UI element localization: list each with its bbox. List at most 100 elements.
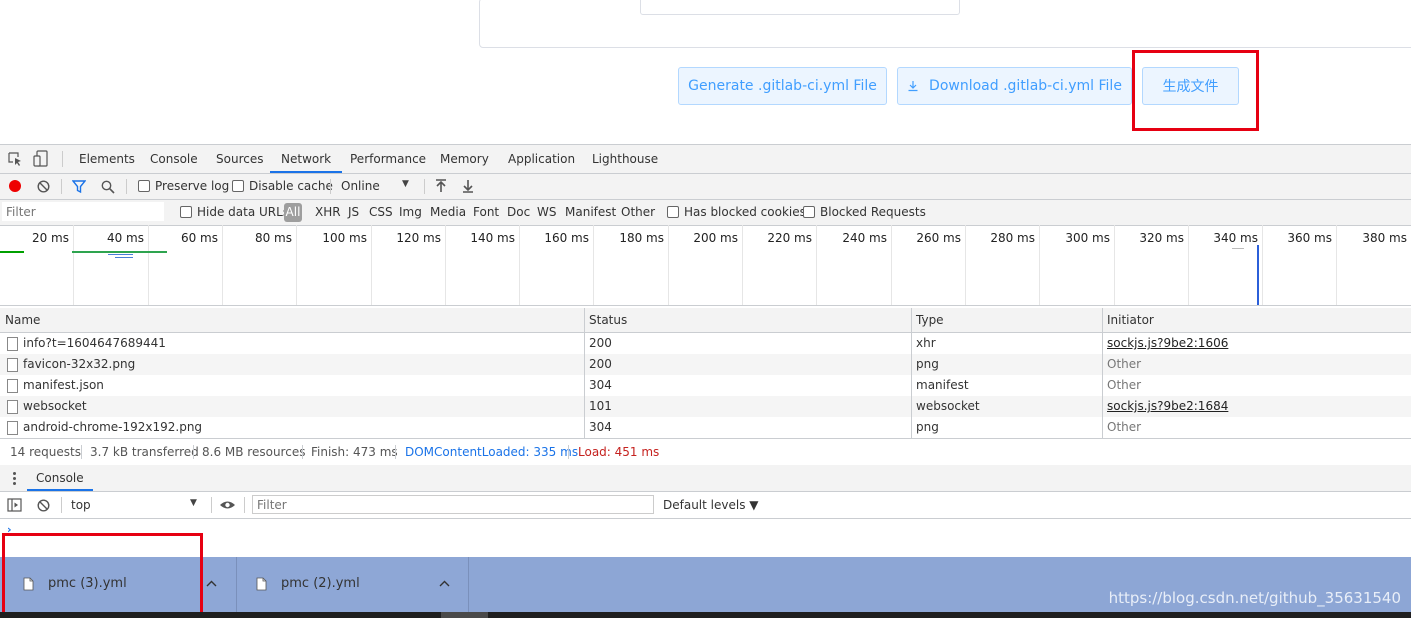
summary-load: Load: 451 ms bbox=[578, 445, 660, 459]
disable-cache-label: Disable cache bbox=[249, 179, 333, 193]
highlight-box bbox=[1132, 50, 1259, 131]
filter-type-manifest[interactable]: Manifest bbox=[565, 205, 616, 219]
default-levels-select[interactable]: Default levels ▼ bbox=[663, 498, 759, 512]
more-options-icon[interactable] bbox=[13, 472, 16, 485]
timeline-tick-label: 80 ms bbox=[254, 231, 292, 245]
table-row[interactable]: websocket 101 websocket sockjs.js?9be2:1684 bbox=[0, 396, 1411, 417]
request-name[interactable]: websocket bbox=[23, 396, 87, 417]
record-icon[interactable] bbox=[9, 180, 21, 192]
scrollbar-thumb[interactable] bbox=[441, 612, 488, 618]
timeline-tick-label: 340 ms bbox=[1213, 231, 1258, 245]
column-header-type[interactable]: Type bbox=[916, 308, 944, 332]
table-row[interactable]: info?t=1604647689441 200 xhr sockjs.js?9be2… bbox=[0, 333, 1411, 354]
column-header-initiator[interactable]: Initiator bbox=[1107, 308, 1154, 332]
tab-console[interactable]: Console bbox=[150, 145, 198, 173]
page-input[interactable] bbox=[640, 0, 960, 15]
download-button[interactable]: Download .gitlab-ci.yml File bbox=[897, 67, 1132, 105]
download-item[interactable]: pmc (2).yml bbox=[237, 557, 469, 612]
request-initiator[interactable]: sockjs.js?9be2:1606 bbox=[1107, 333, 1228, 354]
tab-performance[interactable]: Performance bbox=[350, 145, 426, 173]
hide-data-urls-checkbox[interactable] bbox=[180, 206, 192, 218]
chevron-up-icon[interactable] bbox=[439, 580, 450, 587]
tab-network[interactable]: Network bbox=[270, 145, 343, 173]
generate-button[interactable]: Generate .gitlab-ci.yml File bbox=[678, 67, 887, 105]
column-header-status[interactable]: Status bbox=[589, 308, 627, 332]
context-select[interactable]: top ▼ bbox=[66, 495, 206, 515]
filter-type-font[interactable]: Font bbox=[473, 205, 499, 219]
request-type: websocket bbox=[916, 399, 980, 413]
throttle-value: Online bbox=[341, 179, 380, 193]
timeline-bar bbox=[108, 254, 133, 255]
column-header-name[interactable]: Name bbox=[5, 308, 40, 332]
request-name[interactable]: favicon-32x32.png bbox=[23, 354, 135, 375]
filter-type-all[interactable]: All bbox=[284, 203, 302, 222]
toolbar-divider bbox=[61, 497, 62, 513]
tab-memory[interactable]: Memory bbox=[440, 145, 489, 173]
filter-type-other[interactable]: Other bbox=[621, 205, 655, 219]
document-icon bbox=[7, 379, 18, 393]
filter-type-js[interactable]: JS bbox=[348, 205, 359, 219]
request-name[interactable]: info?t=1604647689441 bbox=[23, 333, 166, 354]
console-filter-input[interactable] bbox=[252, 495, 654, 514]
blocked-requests-checkbox[interactable] bbox=[803, 206, 815, 218]
tab-elements[interactable]: Elements bbox=[79, 145, 135, 173]
network-timeline[interactable]: 20 ms 40 ms 60 ms 80 ms 100 ms 120 ms 140 ms 16… bbox=[0, 225, 1411, 306]
request-status: 304 bbox=[589, 420, 612, 434]
import-har-icon[interactable] bbox=[435, 179, 447, 193]
clear-console-icon[interactable] bbox=[37, 499, 50, 512]
toolbar-divider bbox=[61, 179, 62, 194]
console-toolbar: top ▼ Default levels ▼ bbox=[0, 492, 1411, 519]
throttle-select[interactable]: Online ▼ bbox=[336, 176, 418, 196]
timeline-tick-label: 360 ms bbox=[1287, 231, 1332, 245]
toolbar-divider bbox=[244, 497, 245, 513]
filter-type-img[interactable]: Img bbox=[399, 205, 422, 219]
network-summary-bar: 14 requests 3.7 kB transferred 8.6 MB re… bbox=[0, 438, 1411, 466]
timeline-bar bbox=[1232, 248, 1244, 249]
blocked-requests-label: Blocked Requests bbox=[820, 205, 926, 219]
request-status: 101 bbox=[589, 399, 612, 413]
download-shelf: pmc (3).yml pmc (2).yml https://blog.csd… bbox=[0, 557, 1411, 612]
inspect-element-icon[interactable] bbox=[8, 152, 23, 167]
export-har-icon[interactable] bbox=[462, 179, 474, 193]
clear-icon[interactable] bbox=[37, 180, 50, 193]
table-row[interactable]: android-chrome-192x192.png 304 png Other bbox=[0, 417, 1411, 438]
tab-sources[interactable]: Sources bbox=[216, 145, 263, 173]
table-row[interactable]: manifest.json 304 manifest Other bbox=[0, 375, 1411, 396]
table-row[interactable]: favicon-32x32.png 200 png Other bbox=[0, 354, 1411, 375]
filter-type-css[interactable]: CSS bbox=[369, 205, 393, 219]
summary-requests: 14 requests bbox=[10, 445, 81, 459]
filter-input[interactable] bbox=[2, 202, 164, 221]
toolbar-divider bbox=[126, 179, 127, 194]
disable-cache-checkbox[interactable] bbox=[232, 180, 244, 192]
summary-dom-content-loaded: DOMContentLoaded: 335 ms bbox=[405, 445, 579, 459]
request-initiator[interactable]: sockjs.js?9be2:1684 bbox=[1107, 396, 1228, 417]
filter-type-xhr[interactable]: XHR bbox=[315, 205, 341, 219]
sidebar-toggle-icon[interactable] bbox=[7, 498, 22, 512]
filter-type-ws[interactable]: WS bbox=[537, 205, 556, 219]
tab-application[interactable]: Application bbox=[508, 145, 575, 173]
has-blocked-cookies-checkbox[interactable] bbox=[667, 206, 679, 218]
drawer-tab-console[interactable]: Console bbox=[27, 465, 93, 491]
context-value: top bbox=[71, 498, 91, 512]
eye-icon[interactable] bbox=[219, 500, 236, 510]
summary-divider bbox=[81, 445, 82, 459]
search-icon[interactable] bbox=[101, 180, 115, 194]
document-icon bbox=[7, 421, 18, 435]
request-initiator: Other bbox=[1107, 378, 1142, 392]
request-type: png bbox=[916, 420, 939, 434]
document-icon bbox=[7, 400, 18, 414]
tab-lighthouse[interactable]: Lighthouse bbox=[592, 145, 658, 173]
chevron-up-icon[interactable] bbox=[206, 580, 217, 587]
device-toolbar-icon[interactable] bbox=[33, 150, 49, 167]
request-name[interactable]: android-chrome-192x192.png bbox=[23, 417, 202, 438]
request-name[interactable]: manifest.json bbox=[23, 375, 104, 396]
timeline-tick-label: 60 ms bbox=[180, 231, 218, 245]
filter-type-doc[interactable]: Doc bbox=[507, 205, 530, 219]
has-blocked-cookies-label: Has blocked cookies bbox=[684, 205, 806, 219]
filter-icon[interactable] bbox=[72, 180, 86, 193]
preserve-log-checkbox[interactable] bbox=[138, 180, 150, 192]
filter-type-media[interactable]: Media bbox=[430, 205, 466, 219]
dom-content-loaded-marker bbox=[1257, 245, 1259, 305]
watermark-text: https://blog.csdn.net/github_35631540 bbox=[1108, 589, 1401, 607]
hide-data-urls-label: Hide data URLs bbox=[197, 205, 290, 219]
